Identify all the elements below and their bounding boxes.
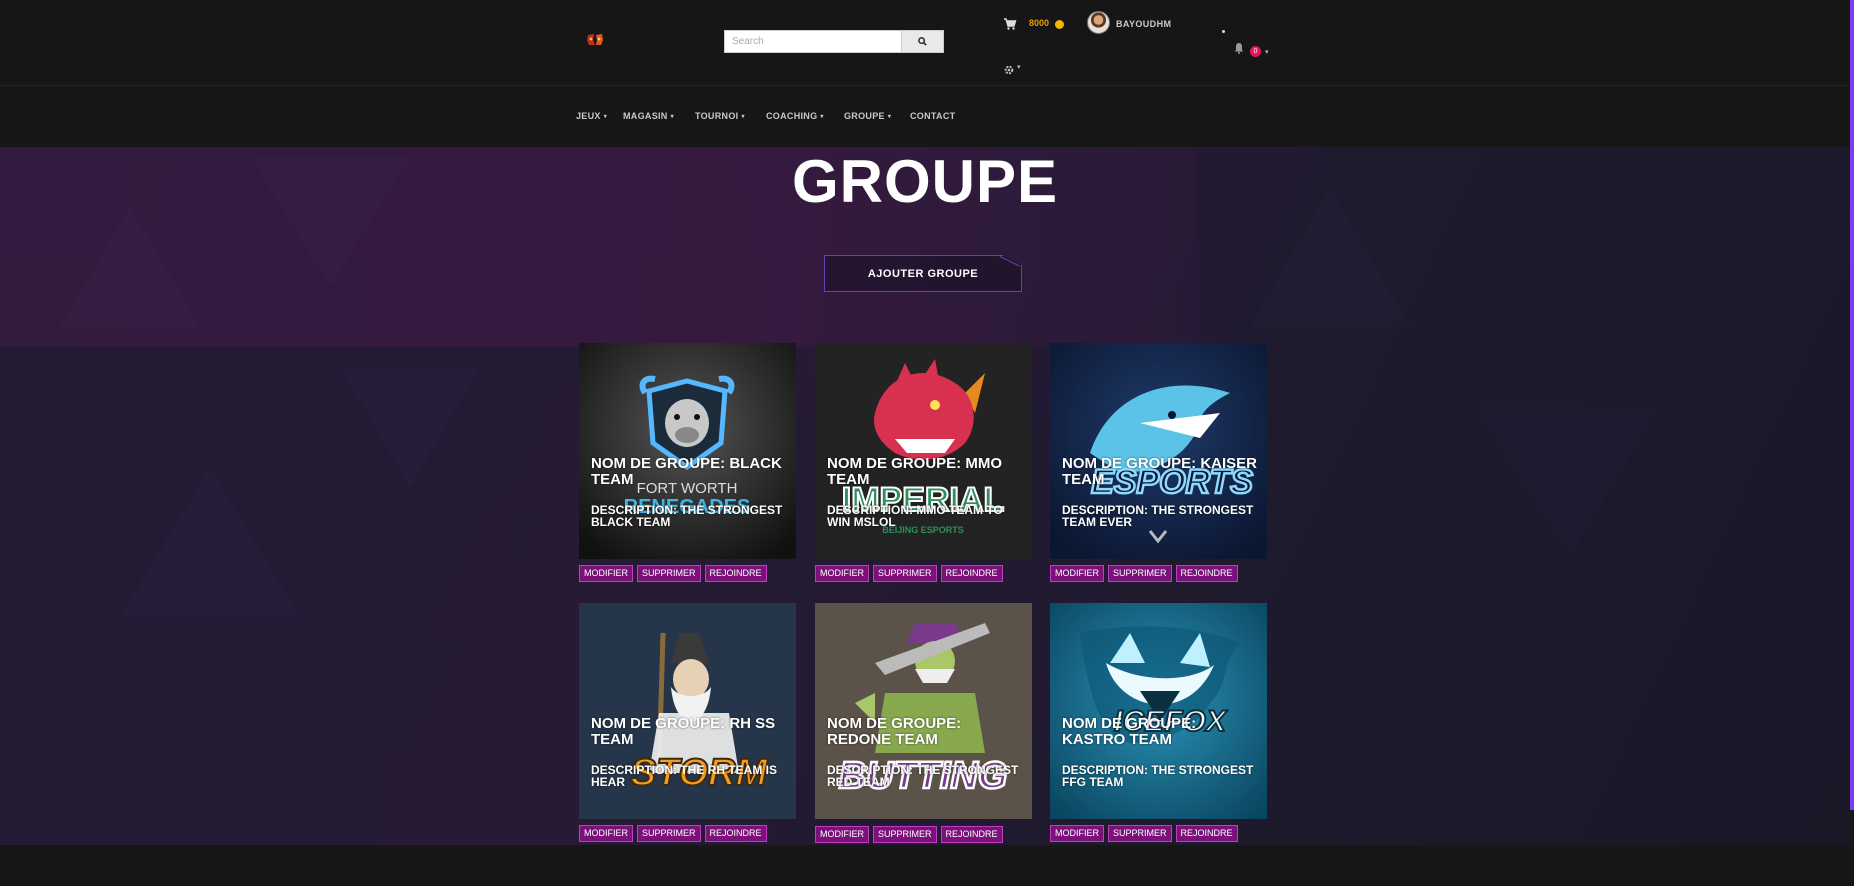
group-description: DESCRIPTION: MMO TEAM TO WIN MSLOL [827, 503, 1003, 529]
chevron-down-icon: ▾ [820, 114, 824, 120]
nav-item-contact[interactable]: CONTACT [910, 111, 955, 121]
join-button[interactable]: REJOINDRE [940, 826, 1003, 843]
bell-icon[interactable] [1233, 41, 1245, 54]
group-card: ICEFOX NOM DE GROUPE: KASTRO TEAM DESCRI… [1050, 603, 1267, 842]
footer [0, 845, 1854, 886]
chevron-down-icon: ▾ [887, 114, 892, 120]
group-name: NOM DE GROUPE: KASTRO TEAM [1062, 715, 1197, 748]
modify-button[interactable]: MODIFIER [579, 825, 633, 842]
modify-button[interactable]: MODIFIER [579, 565, 633, 582]
delete-button[interactable]: SUPPRIMER [1108, 565, 1172, 582]
nav-item-tournoi[interactable]: TOURNOI ▾ [695, 111, 745, 121]
group-image: ICEFOX NOM DE GROUPE: KASTRO TEAM DESCRI… [1050, 603, 1267, 819]
delete-button[interactable]: SUPPRIMER [637, 565, 701, 582]
nav-item-groupe[interactable]: GROUPE ▾ [844, 111, 891, 121]
coin-balance: 8000 [1029, 18, 1050, 28]
site-logo[interactable] [585, 32, 605, 48]
nav-item-magasin[interactable]: MAGASIN ▾ [623, 111, 674, 121]
chevron-down-icon[interactable]: ▾ [1265, 48, 1269, 56]
scrollbar[interactable] [1850, 0, 1854, 810]
card-actions: MODIFIER SUPPRIMER REJOINDRE [1050, 565, 1238, 582]
search-icon [918, 37, 927, 46]
join-button[interactable]: REJOINDRE [1175, 825, 1238, 842]
group-image: ESPORTS NOM DE GROUPE: KAISER TEAM DESCR… [1050, 343, 1267, 559]
avatar[interactable] [1087, 11, 1110, 34]
group-description: DESCRIPTION: THE RH TEAM IS HEAR [591, 763, 778, 789]
delete-button[interactable]: SUPPRIMER [873, 826, 937, 843]
group-image: FORT WORTH RENEGADES NOM DE GROUPE: BLAC… [579, 343, 796, 559]
card-actions: MODIFIER SUPPRIMER REJOINDRE [815, 826, 1003, 843]
group-card: IMPERIAL BEIJING ESPORTS NOM DE GROUPE: … [815, 343, 1032, 582]
group-name: NOM DE GROUPE: REDONE TEAM [827, 715, 962, 748]
chevron-down-icon: ▾ [603, 114, 608, 120]
delete-button[interactable]: SUPPRIMER [1108, 825, 1172, 842]
group-name: NOM DE GROUPE: RH SS TEAM [591, 715, 776, 748]
background-shape [60, 207, 200, 327]
join-button[interactable]: REJOINDRE [1175, 565, 1238, 582]
username[interactable]: BAYOUDHM [1116, 19, 1171, 29]
modify-button[interactable]: MODIFIER [1050, 565, 1104, 582]
status-dot [1222, 30, 1225, 33]
notification-badge: 0 [1250, 46, 1261, 57]
card-actions: MODIFIER SUPPRIMER REJOINDRE [579, 825, 767, 842]
group-description: DESCRIPTION: THE STRONGEST FFG TEAM [1062, 763, 1254, 789]
cart-icon[interactable] [1003, 17, 1017, 31]
page-title: GROUPE [791, 148, 1059, 215]
group-image: IMPERIAL BEIJING ESPORTS NOM DE GROUPE: … [815, 343, 1032, 559]
group-image: STORM NOM DE GROUPE: RH SS TEAM DESCRIPT… [579, 603, 796, 819]
background-shape [340, 367, 480, 487]
group-description: DESCRIPTION: THE STRONGEST BLACK TEAM [591, 503, 783, 529]
group-name: NOM DE GROUPE: KAISER TEAM [1062, 455, 1258, 488]
group-name: NOM DE GROUPE: MMO TEAM [827, 455, 1002, 488]
join-button[interactable]: REJOINDRE [704, 825, 767, 842]
card-actions: MODIFIER SUPPRIMER REJOINDRE [815, 565, 1003, 582]
group-name: NOM DE GROUPE: BLACK TEAM [591, 455, 782, 488]
search-button[interactable] [901, 31, 943, 52]
main-nav: JEUX ▾ MAGASIN ▾ TOURNOI ▾ COACHING ▾ GROUPE… [0, 87, 1850, 147]
gear-icon[interactable] [1004, 62, 1014, 75]
join-button[interactable]: REJOINDRE [940, 565, 1003, 582]
group-card: BUTTING NOM DE GROUPE: REDONE TEAM DESCR… [815, 603, 1032, 843]
group-card: STORM NOM DE GROUPE: RH SS TEAM DESCRIPT… [579, 603, 796, 842]
group-card: ESPORTS NOM DE GROUPE: KAISER TEAM DESCR… [1050, 343, 1267, 582]
top-header: 8000 BAYOUDHM 0 ▾ ▾ [0, 0, 1850, 86]
background-shape [120, 467, 300, 617]
delete-button[interactable]: SUPPRIMER [873, 565, 937, 582]
group-image: BUTTING NOM DE GROUPE: REDONE TEAM DESCR… [815, 603, 1032, 819]
modify-button[interactable]: MODIFIER [815, 565, 869, 582]
group-description: DESCRIPTION: THE STRONGEST TEAM EVER [1062, 503, 1254, 529]
chevron-down-icon[interactable]: ▾ [1017, 63, 1021, 71]
nav-item-jeux[interactable]: JEUX ▾ [576, 111, 607, 121]
modify-button[interactable]: MODIFIER [815, 826, 869, 843]
chevron-down-icon: ▾ [670, 114, 674, 120]
delete-button[interactable]: SUPPRIMER [637, 825, 701, 842]
group-card: FORT WORTH RENEGADES NOM DE GROUPE: BLAC… [579, 343, 796, 582]
card-actions: MODIFIER SUPPRIMER REJOINDRE [579, 565, 767, 582]
modify-button[interactable]: MODIFIER [1050, 825, 1104, 842]
group-description: DESCRIPTION: THE STRONGEST RED TEAM [827, 763, 1019, 789]
add-group-button[interactable]: AJOUTER GROUPE [824, 255, 1022, 292]
background-shape [1480, 407, 1660, 557]
search-bar [724, 30, 944, 53]
search-input[interactable] [725, 31, 903, 52]
join-button[interactable]: REJOINDRE [704, 565, 767, 582]
coin-icon [1055, 20, 1064, 29]
card-actions: MODIFIER SUPPRIMER REJOINDRE [1050, 825, 1238, 842]
nav-item-coaching[interactable]: COACHING ▾ [766, 111, 824, 121]
chevron-down-icon: ▾ [741, 114, 745, 120]
page-content: GROUPE AJOUTER GROUPE FORT WORTH RENEGAD… [0, 147, 1850, 845]
